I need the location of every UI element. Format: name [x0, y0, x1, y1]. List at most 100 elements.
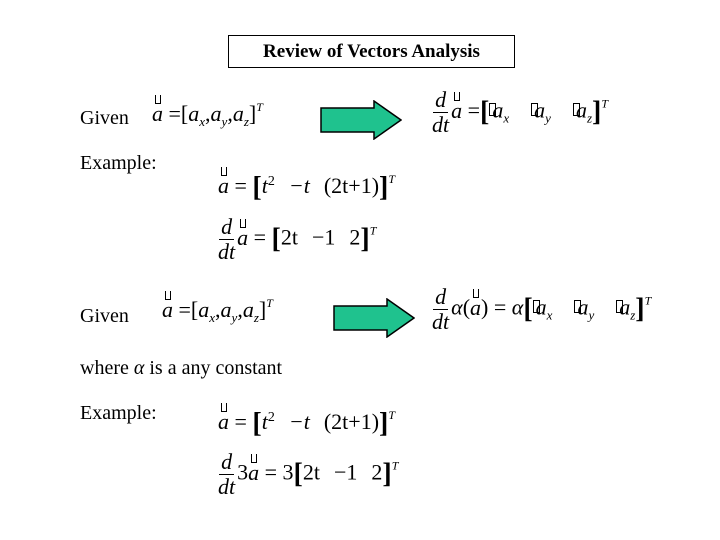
d-dt-fraction: d dt: [218, 450, 235, 499]
component-ax: a: [535, 294, 547, 320]
component-az: a: [619, 294, 631, 320]
component-3: 2: [349, 224, 361, 250]
transpose-T: T: [601, 96, 609, 111]
alpha-symbol: α: [511, 294, 524, 320]
open-bracket: [: [252, 172, 262, 203]
example-label-2: Example:: [80, 402, 157, 424]
slide-title: Review of Vectors Analysis: [228, 35, 515, 68]
derivative-rule-1: d dt a =[ax ay az]T: [432, 88, 608, 137]
equals-sign: =: [493, 294, 507, 320]
close-bracket: ]: [635, 293, 645, 325]
sub-x: x: [503, 110, 510, 126]
d-dt-fraction: d dt: [432, 88, 449, 137]
right-arrow-icon: [333, 298, 415, 338]
frac-den: dt: [218, 239, 236, 264]
frac-num: d: [433, 284, 449, 310]
transpose-T: T: [369, 223, 377, 238]
example-derivative-2: d dt 3a = 3[2t −1 2]T: [218, 450, 398, 499]
component-ax: a: [198, 297, 210, 322]
transpose-T: T: [391, 458, 399, 473]
component-3: (2t+1): [323, 409, 380, 434]
component-az: a: [242, 297, 254, 322]
coefficient: 3: [237, 459, 249, 485]
slide-title-text: Review of Vectors Analysis: [263, 40, 480, 62]
close-bracket: ]: [592, 96, 602, 128]
frac-den: dt: [432, 309, 450, 334]
frac-den: dt: [432, 112, 450, 137]
equals-sign: =: [234, 173, 247, 198]
close-bracket: ]: [379, 172, 389, 203]
transpose-T: T: [256, 100, 263, 114]
component-3: (2t+1): [323, 173, 380, 198]
frac-num: d: [219, 449, 235, 475]
component-2: −1: [312, 224, 336, 250]
equals-sign: =: [168, 101, 181, 126]
vector-a: a: [152, 95, 163, 126]
component-ax: a: [188, 101, 200, 126]
component-2: −t: [288, 173, 310, 198]
sub-x: x: [546, 307, 553, 323]
component-2: −1: [334, 459, 358, 485]
component-ax: a: [492, 97, 504, 123]
close-bracket: ]: [360, 223, 370, 255]
frac-num: d: [433, 87, 449, 113]
where-constant-note: where α is a any constant: [80, 357, 282, 380]
vector-a: a: [237, 218, 249, 250]
d-dt-fraction: d dt: [432, 285, 449, 334]
equals-sign: =: [178, 297, 191, 322]
equals-sign: =: [467, 97, 481, 123]
right-arrow-icon: [320, 100, 402, 140]
close-bracket: ]: [379, 408, 389, 439]
example-vector-1: a = [t2 −t (2t+1)]T: [218, 167, 396, 204]
vector-a: a: [162, 291, 173, 322]
given-label-1: Given: [80, 107, 129, 129]
open-bracket: [: [480, 96, 490, 128]
component-2: −t: [288, 409, 310, 434]
component-ay: a: [220, 297, 232, 322]
constant-text: is a any constant: [149, 357, 283, 379]
component-az: a: [575, 97, 587, 123]
exponent: 2: [267, 174, 275, 189]
sub-y: y: [545, 110, 551, 126]
derivative-rule-2: d dt α(a) = α[ax ay az]T: [432, 284, 652, 334]
component-ay: a: [534, 97, 546, 123]
given-label-2: Given: [80, 305, 129, 327]
where-text: where: [80, 357, 129, 379]
vector-a: a: [218, 167, 229, 198]
example-vector-2: a = [t2 −t (2t+1)]T: [218, 403, 396, 440]
equals-sign: =: [234, 409, 247, 434]
vector-definition-1: a =[ax,ay,az]T: [152, 95, 263, 130]
vector-a: a: [451, 91, 463, 123]
equals-sign: =: [264, 459, 278, 485]
alpha-symbol: α: [133, 357, 145, 379]
coefficient: 3: [282, 459, 294, 485]
component-az: a: [232, 101, 244, 126]
exponent: 2: [267, 410, 275, 425]
transpose-T: T: [388, 172, 396, 186]
transpose-T: T: [388, 408, 396, 422]
vector-a: a: [248, 453, 260, 485]
frac-num: d: [219, 214, 235, 240]
sub-y: y: [588, 307, 595, 323]
d-dt-fraction: d dt: [218, 215, 235, 264]
right-arrow-shape: [320, 100, 402, 140]
equals-sign: =: [253, 224, 267, 250]
component-1: 2t: [280, 224, 298, 250]
example-derivative-1: d dt a = [2t −1 2]T: [218, 215, 376, 264]
open-bracket: [: [271, 223, 281, 255]
transpose-T: T: [644, 293, 652, 308]
vector-a: a: [218, 403, 229, 434]
close-bracket: ]: [382, 458, 392, 490]
open-bracket: [: [252, 408, 262, 439]
open-bracket: [: [523, 293, 533, 325]
open-bracket: [: [293, 458, 303, 490]
example-label-1: Example:: [80, 152, 157, 174]
right-arrow-shape: [333, 298, 415, 338]
component-ay: a: [577, 294, 589, 320]
transpose-T: T: [266, 296, 273, 310]
vector-definition-2: a =[ax,ay,az]T: [162, 291, 273, 326]
component-1: 2t: [302, 459, 320, 485]
component-3: 2: [371, 459, 383, 485]
alpha-symbol: α: [451, 294, 463, 320]
frac-den: dt: [218, 474, 236, 499]
